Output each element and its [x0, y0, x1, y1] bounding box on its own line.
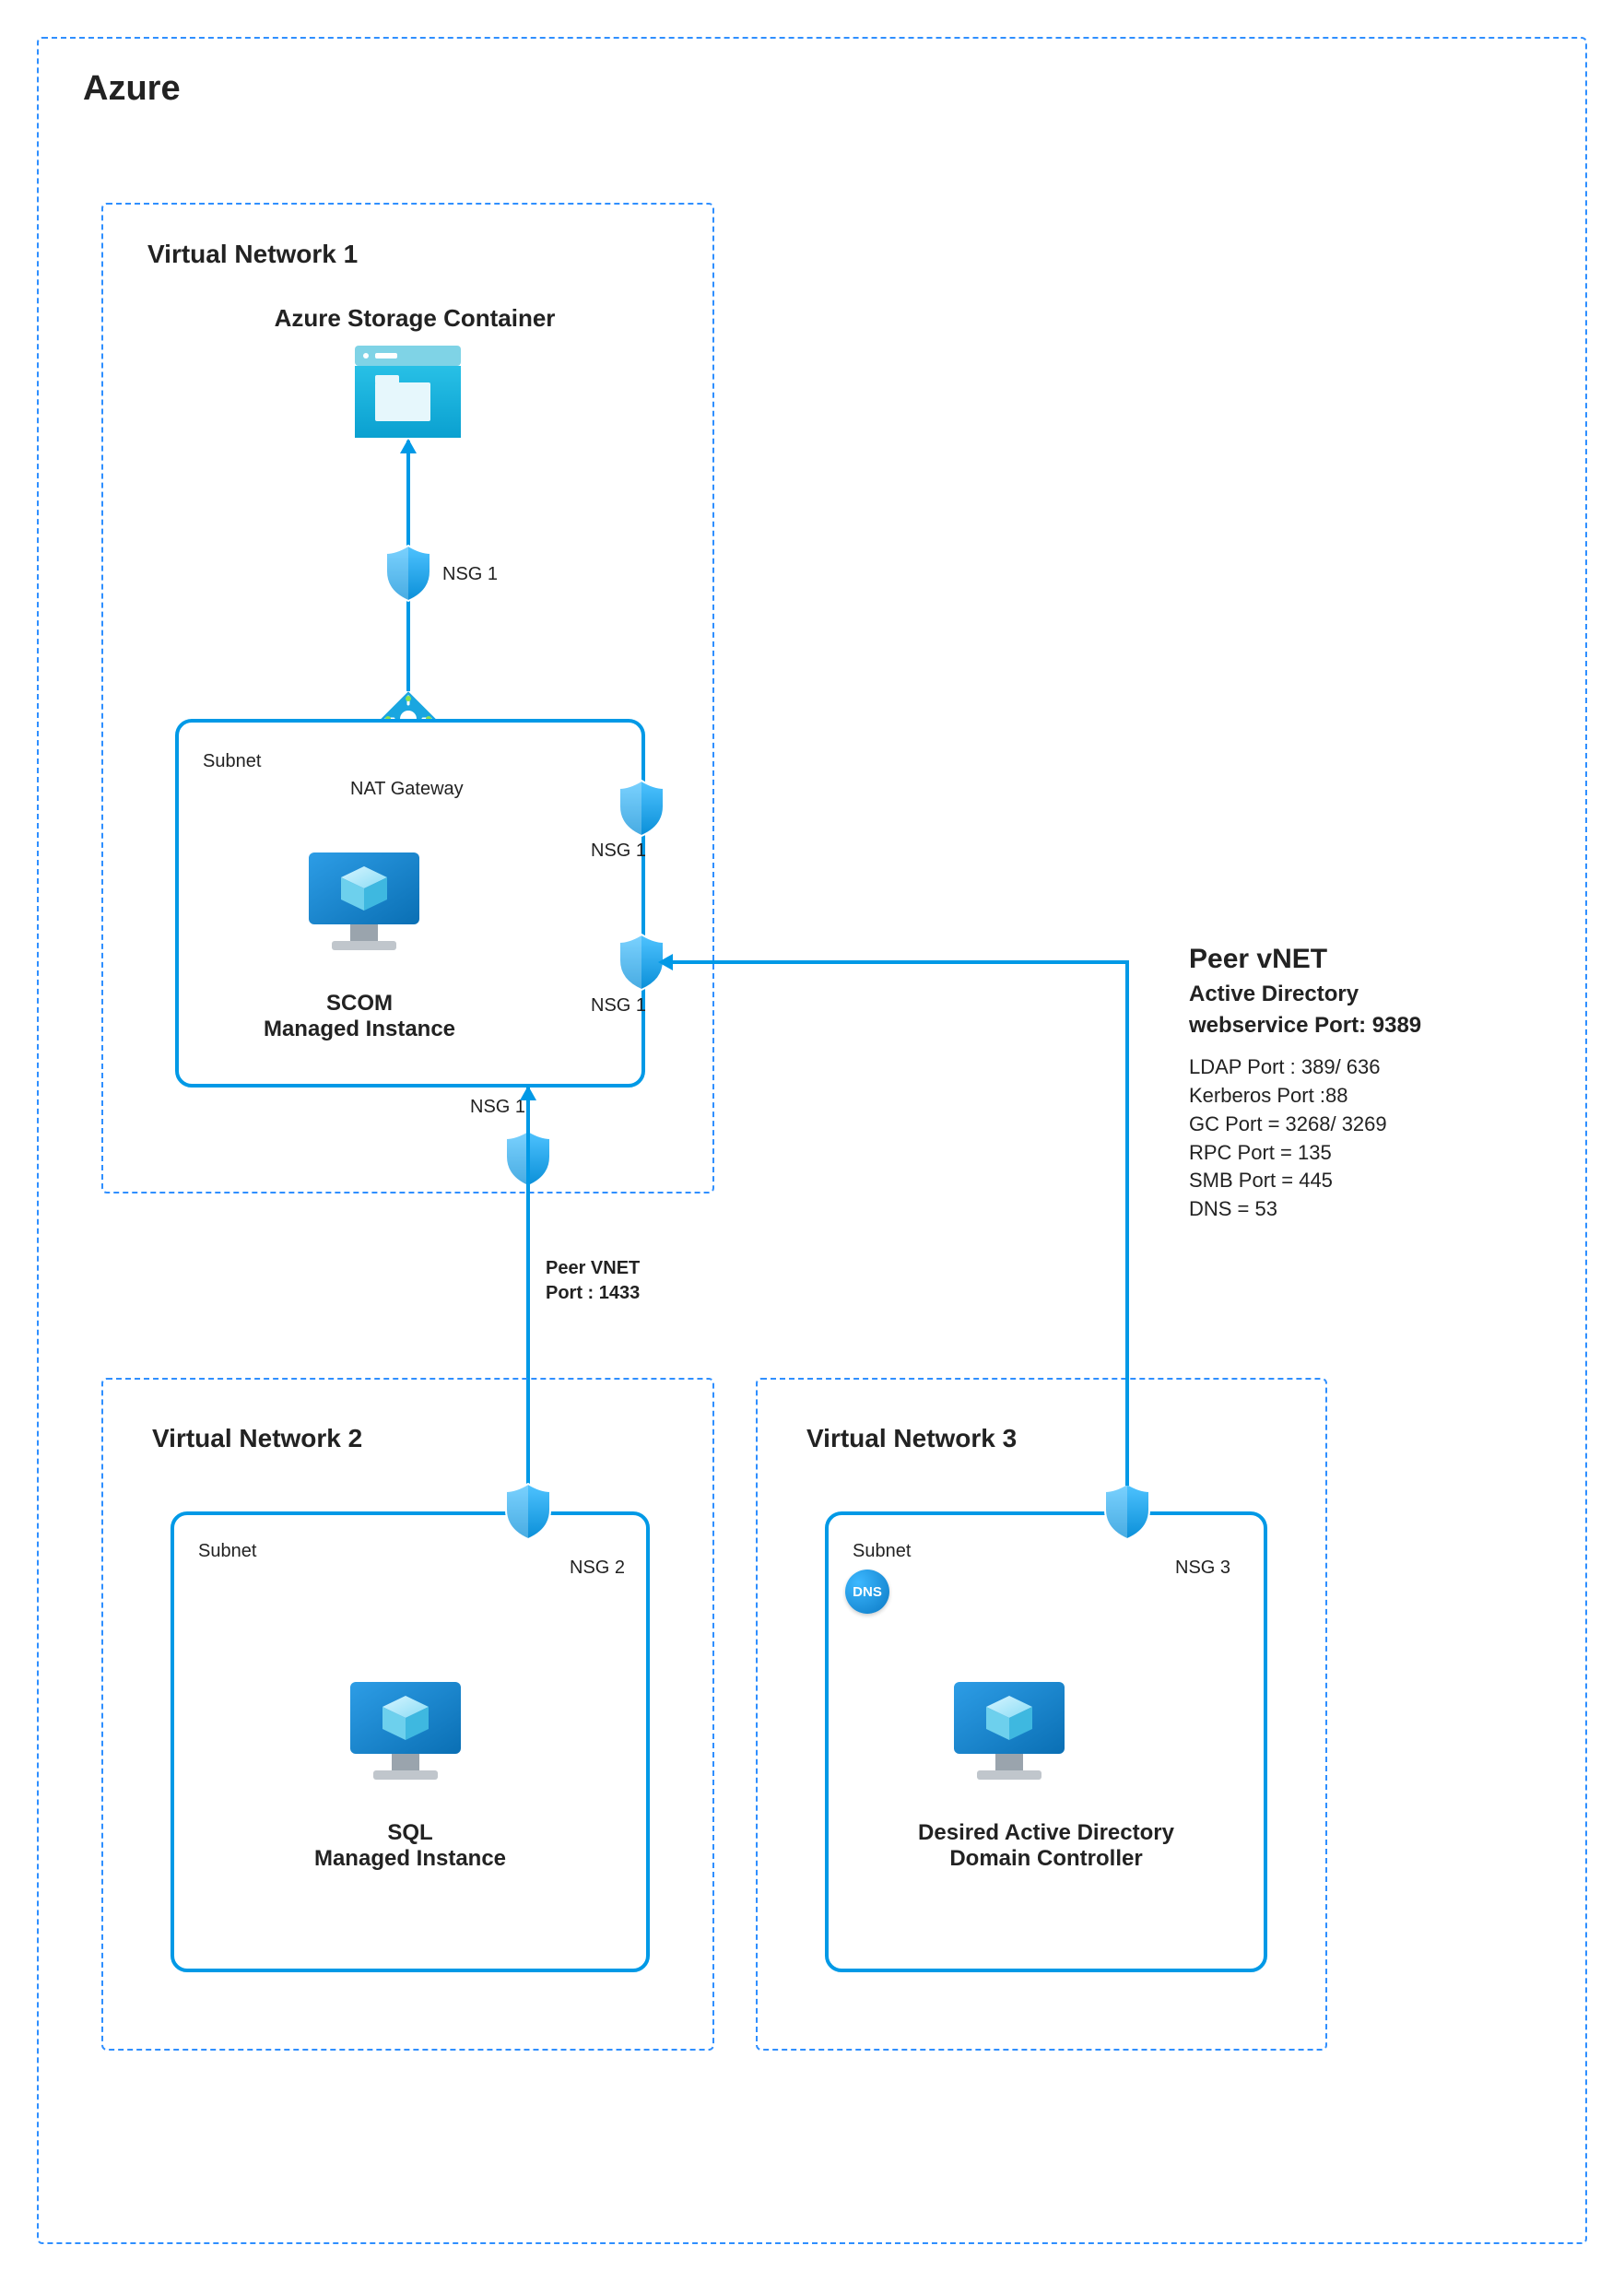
- nat-gateway-label: NAT Gateway: [350, 779, 464, 800]
- vnet-1-title: Virtual Network 1: [147, 240, 358, 269]
- ad-line2: Domain Controller: [949, 1846, 1142, 1871]
- storage-container-icon: [355, 346, 461, 438]
- peer-line-1: Kerberos Port :88: [1189, 1082, 1558, 1111]
- dns-icon: DNS: [845, 1570, 889, 1614]
- nsg1-right1-label: NSG 1: [591, 841, 646, 862]
- peer-line-2: GC Port = 3268/ 3269: [1189, 1111, 1558, 1139]
- shield-icon-nsg1-right1: [616, 779, 667, 838]
- nsg1-top-label: NSG 1: [442, 564, 498, 585]
- shield-icon-nsg3: [1101, 1482, 1153, 1541]
- peer-vnet-line2: Port : 1433: [546, 1283, 640, 1303]
- peer-sub2: webservice Port: 9389: [1189, 1010, 1558, 1041]
- arrow-left-peer: [658, 954, 673, 970]
- vnet-2-title: Virtual Network 2: [152, 1424, 362, 1453]
- peer-sub1: Active Directory: [1189, 979, 1558, 1010]
- sql-label: SQL Managed Instance: [171, 1820, 650, 1872]
- peer-line-0: LDAP Port : 389/ 636: [1189, 1053, 1558, 1082]
- connector-vnet3-up: [1125, 960, 1129, 1486]
- shield-icon-nsg1-top: [382, 544, 434, 603]
- subnet-label-vnet1: Subnet: [203, 751, 261, 772]
- storage-title: Azure Storage Container: [230, 304, 599, 333]
- ad-line1: Desired Active Directory: [918, 1820, 1174, 1845]
- connector-peer-horizontal: [669, 960, 1129, 964]
- ad-vm-icon: [949, 1677, 1069, 1783]
- peer-vnet-block: Peer vNET Active Directory webservice Po…: [1189, 940, 1558, 1224]
- scom-vm-icon: [304, 848, 424, 954]
- dns-text: DNS: [853, 1584, 882, 1600]
- peer-line-3: RPC Port = 135: [1189, 1139, 1558, 1168]
- arrow-up-vnet1-link: [520, 1086, 536, 1100]
- shield-icon-nsg2: [502, 1482, 554, 1541]
- peer-line-4: SMB Port = 445: [1189, 1167, 1558, 1195]
- nsg2-label: NSG 2: [570, 1558, 625, 1579]
- subnet-label-vnet3: Subnet: [853, 1541, 911, 1562]
- sql-line1: SQL: [387, 1820, 432, 1845]
- sql-line2: Managed Instance: [314, 1846, 506, 1871]
- nsg1-bottom-label: NSG 1: [470, 1097, 525, 1118]
- peer-heading: Peer vNET: [1189, 940, 1558, 979]
- peer-vnet-line1: Peer VNET: [546, 1258, 640, 1278]
- azure-title: Azure: [83, 69, 181, 109]
- sql-vm-icon: [346, 1677, 465, 1783]
- peer-vnet-port-label: Peer VNET Port : 1433: [546, 1256, 640, 1306]
- scom-line2: Managed Instance: [264, 1017, 455, 1041]
- nsg1-right2-label: NSG 1: [591, 995, 646, 1017]
- subnet-label-vnet2: Subnet: [198, 1541, 256, 1562]
- diagram-canvas: Azure Virtual Network 1 Azure Storage Co…: [0, 0, 1624, 2281]
- scom-label: SCOM Managed Instance: [175, 991, 544, 1042]
- arrow-up-storage: [400, 439, 417, 453]
- peer-line-5: DNS = 53: [1189, 1195, 1558, 1224]
- ad-label: Desired Active Directory Domain Controll…: [825, 1820, 1267, 1872]
- vnet-3-title: Virtual Network 3: [806, 1424, 1017, 1453]
- nsg3-label: NSG 3: [1175, 1558, 1230, 1579]
- scom-line1: SCOM: [326, 991, 393, 1016]
